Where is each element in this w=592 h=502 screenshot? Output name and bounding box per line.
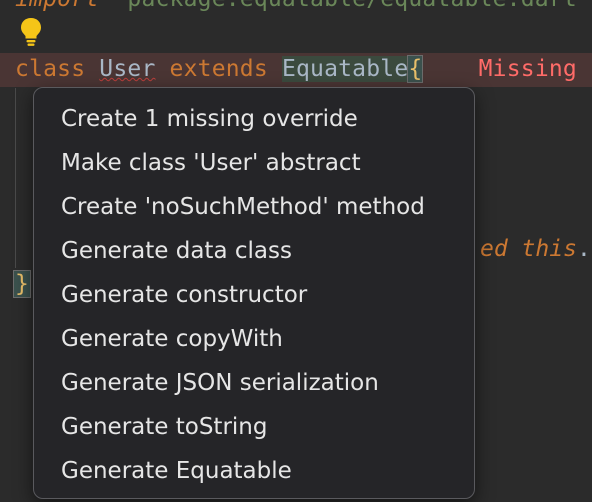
inline-error-message: Missing	[422, 56, 577, 82]
import-keyword: import	[15, 0, 99, 12]
lightbulb-icon[interactable]	[20, 17, 42, 47]
import-statement: import 'package:equatable/equatable.dart…	[15, 0, 592, 12]
menu-item-generate-copywith[interactable]: Generate copyWith	[61, 325, 283, 353]
code-fragment: ed this.	[480, 236, 591, 262]
code-fragment-keyword: ed this	[480, 236, 577, 262]
menu-item-create-missing-override[interactable]: Create 1 missing override	[61, 105, 358, 133]
class-keyword: class	[15, 56, 100, 82]
menu-item-generate-tostring[interactable]: Generate toString	[61, 413, 267, 441]
open-brace: {	[407, 55, 424, 83]
class-declaration[interactable]: class User extends Equatable{ Missing	[15, 55, 577, 83]
class-name[interactable]: User	[99, 56, 155, 82]
close-brace: }	[13, 270, 31, 298]
quick-fix-menu: Create 1 missing override Make class 'Us…	[33, 87, 475, 499]
menu-item-generate-data-class[interactable]: Generate data class	[61, 237, 292, 265]
menu-item-generate-json-serialization[interactable]: Generate JSON serialization	[61, 369, 379, 397]
code-fragment-dot: .	[576, 236, 591, 262]
menu-item-generate-constructor[interactable]: Generate constructor	[61, 281, 307, 309]
menu-item-create-nosuchmethod[interactable]: Create 'noSuchMethod' method	[61, 193, 425, 221]
import-path: 'package:equatable/equatable.dart';	[113, 0, 592, 12]
menu-item-make-abstract[interactable]: Make class 'User' abstract	[61, 149, 361, 177]
extends-keyword: extends	[155, 56, 282, 82]
super-type[interactable]: Equatable	[281, 56, 409, 82]
indent-guide	[15, 88, 16, 268]
menu-item-generate-equatable[interactable]: Generate Equatable	[61, 457, 292, 485]
